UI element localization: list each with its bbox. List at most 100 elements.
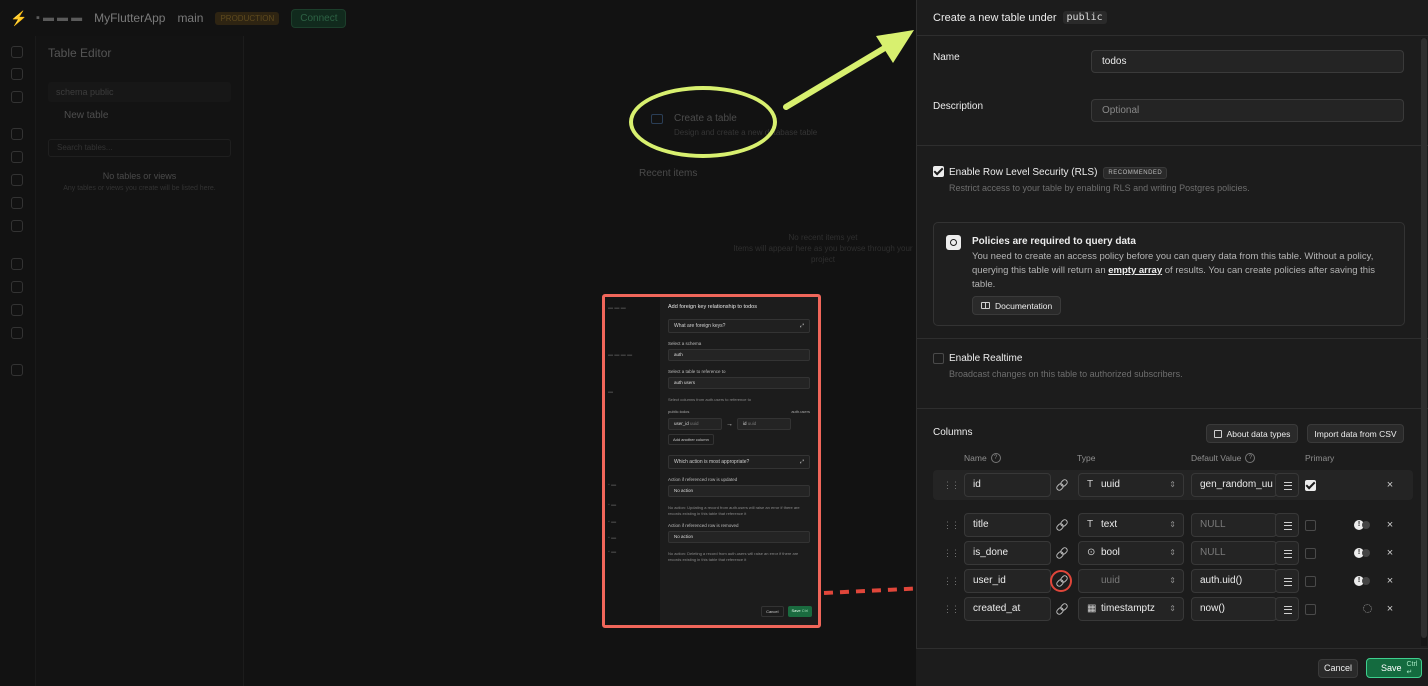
column-name-input[interactable]: title bbox=[964, 513, 1051, 537]
fk-shot-update-select: No action bbox=[668, 485, 810, 497]
name-input[interactable] bbox=[1091, 50, 1404, 73]
drag-handle-icon[interactable]: ⋮⋮ bbox=[943, 480, 960, 491]
description-input[interactable] bbox=[1091, 99, 1404, 122]
realtime-checkbox[interactable] bbox=[933, 353, 944, 364]
fk-shot-columns-hint: Select columns from auth.users to refere… bbox=[668, 397, 751, 402]
scrollbar-thumb[interactable] bbox=[1421, 38, 1427, 638]
remove-column-icon[interactable]: × bbox=[1385, 548, 1395, 559]
list-icon[interactable] bbox=[1275, 513, 1299, 537]
help-icon[interactable]: ? bbox=[1245, 453, 1256, 463]
remove-column-icon[interactable]: × bbox=[1385, 604, 1395, 615]
column-default-input[interactable]: NULL bbox=[1191, 541, 1277, 565]
connect-button[interactable]: Connect bbox=[291, 8, 347, 28]
list-icon[interactable] bbox=[1275, 473, 1299, 497]
empty-array-link[interactable]: empty array bbox=[1108, 265, 1162, 276]
highlight-ellipse bbox=[629, 86, 777, 158]
column-name-input[interactable]: created_at bbox=[964, 597, 1051, 621]
about-data-types-label: About data types bbox=[1226, 428, 1291, 439]
supabase-logo-icon[interactable]: ⚡ bbox=[10, 10, 27, 27]
column-type-label: uuid bbox=[1101, 479, 1120, 490]
import-csv-button[interactable]: Import data from CSV bbox=[1307, 424, 1404, 443]
column-default-input[interactable]: auth.uid() bbox=[1191, 569, 1277, 593]
rls-title: Enable Row Level Security (RLS) bbox=[949, 167, 1098, 178]
column-name-input[interactable]: user_id bbox=[964, 569, 1051, 593]
description-label: Description bbox=[933, 101, 984, 112]
link-icon[interactable] bbox=[1056, 519, 1067, 530]
list-icon[interactable] bbox=[1275, 569, 1299, 593]
functions-icon[interactable] bbox=[11, 197, 23, 209]
rls-checkbox[interactable] bbox=[933, 166, 944, 177]
project-name[interactable]: MyFlutterApp bbox=[94, 11, 165, 25]
primary-checkbox[interactable] bbox=[1305, 480, 1316, 491]
column-type-select[interactable]: ⊙ bool ⇕ bbox=[1078, 541, 1184, 565]
icon-rail bbox=[0, 36, 36, 686]
column-default-input[interactable]: gen_random_uu bbox=[1191, 473, 1277, 497]
column-name-input[interactable]: is_done bbox=[964, 541, 1051, 565]
primary-checkbox[interactable] bbox=[1305, 604, 1316, 615]
column-head-primary: Primary bbox=[1305, 453, 1335, 463]
fk-shot-right-head: auth.users bbox=[791, 409, 810, 414]
org-switcher[interactable]: ▪ ▬ ▬ ▬ bbox=[36, 12, 82, 24]
column-type-select[interactable]: uuid ⇕ bbox=[1078, 569, 1184, 593]
primary-checkbox[interactable] bbox=[1305, 548, 1316, 559]
chevron-updown-icon: ⇕ bbox=[1169, 520, 1176, 529]
head-name-label: Name bbox=[964, 453, 987, 463]
fk-shot-left-line: ▪ ▬ bbox=[608, 502, 617, 508]
link-icon[interactable] bbox=[1056, 547, 1067, 558]
home-icon[interactable] bbox=[11, 46, 23, 58]
drag-handle-icon[interactable]: ⋮⋮ bbox=[943, 604, 960, 615]
column-type-select[interactable]: Tuuid ⇕ bbox=[1078, 473, 1184, 497]
sql-editor-icon[interactable] bbox=[11, 91, 23, 103]
remove-column-icon[interactable]: × bbox=[1385, 576, 1395, 587]
database-icon[interactable] bbox=[11, 128, 23, 140]
help-icon[interactable]: ? bbox=[990, 453, 1001, 463]
branch-name[interactable]: main bbox=[177, 11, 203, 25]
drag-handle-icon[interactable]: ⋮⋮ bbox=[943, 576, 960, 587]
remove-column-icon[interactable]: × bbox=[1385, 480, 1395, 491]
new-table-button[interactable]: New table bbox=[48, 106, 231, 125]
search-tables-input[interactable]: Search tables... bbox=[48, 139, 231, 157]
about-data-types-button[interactable]: About data types bbox=[1206, 424, 1298, 443]
fk-shot-right-col: id uuid bbox=[737, 418, 791, 430]
type-icon: T bbox=[1087, 479, 1094, 490]
column-name-input[interactable]: id bbox=[964, 473, 1051, 497]
link-icon[interactable] bbox=[1056, 479, 1067, 490]
drag-handle-icon[interactable]: ⋮⋮ bbox=[943, 548, 960, 559]
advisors-icon[interactable] bbox=[11, 258, 23, 270]
primary-checkbox[interactable] bbox=[1305, 520, 1316, 531]
auth-icon[interactable] bbox=[11, 151, 23, 163]
no-recent-items: No recent items yet Items will appear he… bbox=[730, 232, 916, 265]
column-type-label: bool bbox=[1101, 547, 1120, 558]
reports-icon[interactable] bbox=[11, 281, 23, 293]
logs-icon[interactable] bbox=[11, 304, 23, 316]
panel-schema: public bbox=[1062, 11, 1107, 24]
settings-icon[interactable] bbox=[11, 364, 23, 376]
link-icon[interactable] bbox=[1056, 603, 1067, 614]
cancel-button[interactable]: Cancel bbox=[1318, 659, 1358, 678]
name-label: Name bbox=[933, 52, 960, 63]
column-head-default: Default Value? bbox=[1191, 453, 1256, 463]
table-editor-icon[interactable] bbox=[11, 68, 23, 80]
fk-shot-left-head: public.todos bbox=[668, 409, 690, 414]
column-default-input[interactable]: NULL bbox=[1191, 513, 1277, 537]
column-type-select[interactable]: Ttext ⇕ bbox=[1078, 513, 1184, 537]
realtime-icon[interactable] bbox=[11, 220, 23, 232]
save-button[interactable]: Save Ctrl ↵ bbox=[1366, 658, 1422, 678]
integrations-icon[interactable] bbox=[11, 327, 23, 339]
fk-shot-footer: Cancel Save Ctrl bbox=[761, 606, 812, 617]
gear-icon[interactable] bbox=[1363, 604, 1372, 613]
remove-column-icon[interactable]: × bbox=[1385, 520, 1395, 531]
schema-selector[interactable]: schema public bbox=[48, 82, 231, 102]
primary-checkbox[interactable] bbox=[1305, 576, 1316, 587]
panel-scrollbar[interactable] bbox=[1421, 38, 1427, 646]
fk-shot-left-pane: ▬ ▬ ▬ ▬ ▬ ▬ ▬ ▬ ▪ ▬ ▪ ▬ ▪ ▬ ▪ ▬ ▪ ▬ bbox=[605, 297, 660, 625]
list-icon[interactable] bbox=[1275, 597, 1299, 621]
fk-shot-faq2: Which action is most appropriate? ⤢ bbox=[668, 455, 810, 469]
column-type-select[interactable]: ▦ timestamptz ⇕ bbox=[1078, 597, 1184, 621]
drag-handle-icon[interactable]: ⋮⋮ bbox=[943, 520, 960, 531]
list-icon[interactable] bbox=[1275, 541, 1299, 565]
documentation-button[interactable]: Documentation bbox=[972, 296, 1062, 315]
recent-items-title: Recent items bbox=[639, 168, 698, 179]
storage-icon[interactable] bbox=[11, 174, 23, 186]
column-default-input[interactable]: now() bbox=[1191, 597, 1277, 621]
